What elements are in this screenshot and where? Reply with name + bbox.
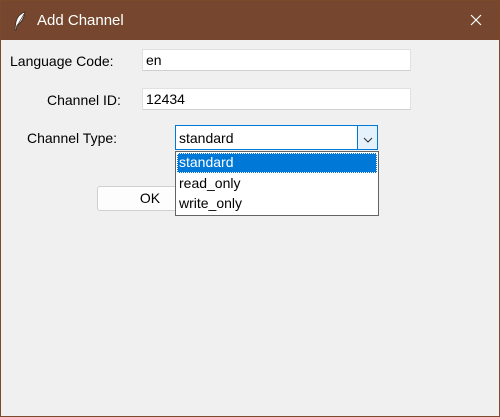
channel-type-dropdown-list: standard read_only write_only — [175, 151, 379, 216]
channel-type-select[interactable]: standard — [175, 125, 378, 150]
dropdown-option-read-only[interactable]: read_only — [177, 174, 377, 194]
chevron-down-icon — [363, 130, 373, 146]
channel-id-label: Channel ID: — [47, 92, 121, 108]
language-code-field[interactable]: en — [142, 49, 411, 71]
channel-type-label: Channel Type: — [27, 130, 118, 146]
dropdown-option-write-only[interactable]: write_only — [177, 194, 377, 214]
dropdown-toggle-button[interactable] — [357, 126, 377, 149]
title-bar[interactable]: Add Channel — [1, 1, 499, 40]
channel-id-field[interactable]: 12434 — [142, 88, 411, 110]
add-channel-dialog: Add Channel Language Code: en Channel ID… — [0, 0, 500, 417]
feather-icon — [13, 11, 27, 31]
dropdown-option-standard[interactable]: standard — [177, 153, 377, 173]
channel-id-value: 12434 — [146, 91, 185, 107]
close-button[interactable] — [453, 1, 499, 40]
channel-type-selected-value: standard — [179, 130, 234, 146]
close-icon — [470, 13, 482, 29]
window-title: Add Channel — [37, 12, 124, 29]
language-code-label: Language Code: — [10, 53, 114, 69]
